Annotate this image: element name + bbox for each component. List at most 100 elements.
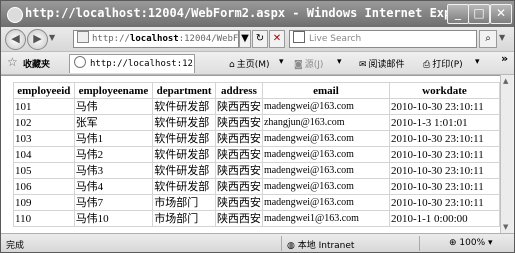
forward-button[interactable]: ▶ bbox=[27, 29, 48, 50]
status-bar: 完成 ◍ 本地 Intranet ⊕ 100% ▾ bbox=[1, 233, 514, 252]
table-cell-employeeid: 104 bbox=[13, 146, 75, 163]
table-cell-workdate: 2010-10-30 23:10:11 bbox=[388, 194, 501, 211]
feeds-button[interactable]: ◙ 源(J) bbox=[294, 57, 323, 70]
table-cell-employeename: 马伟7 bbox=[73, 194, 154, 211]
page-icon bbox=[77, 31, 89, 43]
back-button[interactable]: ◀ bbox=[5, 29, 26, 50]
table-cell-employeeid: 102 bbox=[13, 114, 75, 131]
table-cell-employeename: 马伟10 bbox=[73, 210, 154, 227]
search-go-button[interactable]: ⌕ bbox=[479, 30, 497, 48]
table-cell-employeename: 马伟4 bbox=[73, 178, 154, 195]
live-search-icon bbox=[293, 31, 305, 43]
security-zone[interactable]: ◍ 本地 Intranet bbox=[287, 238, 354, 251]
table-cell-workdate: 2010-10-30 23:10:11 bbox=[388, 178, 501, 195]
table-row: 104 马伟2 软件研发部 陕西西安 madengwei@163.com 2010-10-… bbox=[13, 146, 501, 163]
favorites-star-icon[interactable]: ☆ bbox=[7, 55, 18, 69]
table-cell-email: madengwei@163.com bbox=[261, 146, 390, 163]
home-dropdown-icon[interactable]: ▾ bbox=[279, 57, 284, 67]
address-toolbar: ◀ ▶ ▼ http://localhost:12004/WebForm2...… bbox=[1, 27, 514, 52]
url-rest: :12004/WebForm2... bbox=[178, 34, 239, 44]
status-divider bbox=[419, 236, 420, 251]
table-cell-employeename: 马伟3 bbox=[73, 162, 154, 179]
table-cell-address: 陕西西安 bbox=[214, 130, 263, 147]
table-cell-workdate: 2010-10-30 23:10:11 bbox=[388, 162, 501, 179]
table-cell-workdate: 2010-1-1 0:00:00 bbox=[388, 210, 501, 227]
intranet-icon: ◍ bbox=[287, 241, 298, 251]
search-placeholder: Live Search bbox=[309, 34, 362, 44]
table-cell-workdate: 2010-10-30 23:10:11 bbox=[388, 146, 501, 163]
column-header: department bbox=[152, 82, 216, 99]
table-cell-address: 陕西西安 bbox=[214, 210, 263, 227]
feeds-dropdown-icon[interactable]: ▾ bbox=[337, 57, 342, 67]
favorites-button[interactable]: 收藏夹 bbox=[23, 57, 50, 70]
mail-icon: ✉ bbox=[359, 60, 367, 70]
close-button[interactable]: ✕ bbox=[490, 4, 512, 24]
table-cell-address: 陕西西安 bbox=[214, 162, 263, 179]
url-host: localhost bbox=[129, 34, 179, 44]
scroll-up-icon[interactable]: ▲ bbox=[503, 77, 508, 85]
table-cell-department: 软件研发部 bbox=[152, 114, 216, 131]
table-row: 101 马伟 软件研发部 陕西西安 madengwei@163.com 2010-10-3… bbox=[13, 98, 501, 115]
zone-label: 本地 Intranet bbox=[297, 241, 355, 251]
history-dropdown-icon[interactable]: ▼ bbox=[49, 33, 55, 42]
table-row: 109 马伟7 市场部门 陕西西安 madengwei@163.com 2010-10-3… bbox=[13, 194, 501, 211]
table-cell-employeeid: 109 bbox=[13, 194, 75, 211]
table-cell-email: madengwei@163.com bbox=[261, 194, 390, 211]
read-mail-button[interactable]: ✉ 阅读邮件 bbox=[359, 57, 405, 70]
table-cell-employeename: 马伟 bbox=[73, 98, 154, 115]
favorites-bar: ☆ 收藏夹 http://localhost:12... ⌂主页(M) ▾ ◙源… bbox=[1, 52, 514, 75]
table-cell-employeename: 马伟1 bbox=[73, 130, 154, 147]
title-bar[interactable]: http://localhost:12004/WebForm2.aspx - W… bbox=[1, 1, 514, 27]
column-header: employeeid bbox=[13, 82, 75, 99]
table-cell-address: 陕西西安 bbox=[214, 178, 263, 195]
stop-button[interactable]: ✕ bbox=[269, 30, 285, 48]
table-cell-email: madengwei@163.com bbox=[261, 130, 390, 147]
table-cell-address: 陕西西安 bbox=[214, 146, 263, 163]
more-commands-icon[interactable]: » bbox=[501, 52, 508, 65]
table-row: 102 张军 软件研发部 陕西西安 zhangjun@163.com 2010-1-3 1… bbox=[13, 114, 501, 131]
address-field[interactable]: http://localhost:12004/WebForm2... bbox=[73, 30, 239, 48]
tab-current[interactable]: http://localhost:12... bbox=[69, 54, 195, 73]
column-header: employeename bbox=[73, 82, 154, 99]
table-cell-address: 陕西西安 bbox=[214, 194, 263, 211]
status-text: 完成 bbox=[6, 241, 25, 251]
table-row: 110 马伟10 市场部门 陕西西安 madengwei1@163.com 2010-1-… bbox=[13, 210, 501, 227]
table-cell-address: 陕西西安 bbox=[214, 114, 263, 131]
refresh-button[interactable]: ↻ bbox=[252, 30, 268, 48]
table-cell-employeeid: 103 bbox=[13, 130, 75, 147]
minimize-button[interactable]: _ bbox=[447, 4, 469, 24]
table-cell-employeename: 马伟2 bbox=[73, 146, 154, 163]
print-dropdown-icon[interactable]: ▾ bbox=[475, 57, 480, 67]
table-cell-employeeid: 106 bbox=[13, 178, 75, 195]
zoom-label: 100% bbox=[459, 238, 486, 248]
print-button[interactable]: ⎙ 打印(P) bbox=[423, 57, 463, 70]
vertical-scrollbar[interactable]: ▲ ▼ bbox=[500, 75, 513, 233]
search-field[interactable]: Live Search bbox=[289, 30, 477, 48]
address-dropdown-icon[interactable]: ▼ bbox=[239, 30, 251, 48]
table-cell-department: 市场部门 bbox=[152, 194, 216, 211]
table-cell-workdate: 2010-10-30 23:10:11 bbox=[388, 98, 501, 115]
zoom-button[interactable]: ⊕ 100% ▾ bbox=[449, 238, 493, 248]
home-button[interactable]: ⌂ 主页(M) bbox=[229, 57, 270, 70]
print-label: 打印(P) bbox=[432, 60, 463, 70]
table-row: 105 马伟3 软件研发部 陕西西安 madengwei@163.com 2010-10-… bbox=[13, 162, 501, 179]
table-cell-employeeid: 105 bbox=[13, 162, 75, 179]
column-header: workdate bbox=[388, 82, 501, 99]
table-body: 101 马伟 软件研发部 陕西西安 madengwei@163.com 2010-10-3… bbox=[13, 98, 501, 227]
search-options-icon[interactable]: ▼ bbox=[499, 33, 505, 42]
table-cell-email: zhangjun@163.com bbox=[261, 114, 390, 131]
table-cell-email: madengwei@163.com bbox=[261, 98, 390, 115]
scroll-down-icon[interactable]: ▼ bbox=[503, 223, 508, 231]
tab-title: http://localhost:12... bbox=[90, 59, 194, 69]
column-header: email bbox=[261, 82, 390, 99]
ie-window: http://localhost:12004/WebForm2.aspx - W… bbox=[0, 0, 515, 253]
table-row: 106 马伟4 软件研发部 陕西西安 madengwei@163.com 2010-10-… bbox=[13, 178, 501, 195]
maximize-button[interactable]: □ bbox=[468, 4, 490, 24]
table-cell-department: 市场部门 bbox=[152, 210, 216, 227]
table-cell-email: madengwei@163.com bbox=[261, 162, 390, 179]
table-cell-workdate: 2010-10-30 23:10:11 bbox=[388, 130, 501, 147]
table-cell-email: madengwei@163.com bbox=[261, 178, 390, 195]
home-label: 主页(M) bbox=[236, 60, 270, 70]
table-cell-email: madengwei1@163.com bbox=[261, 210, 390, 227]
table-cell-department: 软件研发部 bbox=[152, 178, 216, 195]
